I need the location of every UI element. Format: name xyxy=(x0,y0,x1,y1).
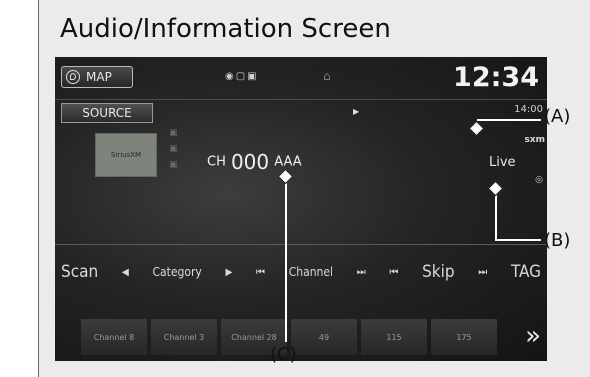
category-prev-icon[interactable]: ◀ xyxy=(122,267,129,278)
audio-screen: MAP ◉▢▣ ⌂ 12:34 SOURCE ▶ 14:00 sxm Live … xyxy=(55,57,547,361)
map-button-label: MAP xyxy=(86,70,112,84)
time-readout: 14:00 xyxy=(514,104,543,115)
play-icon: ▶ xyxy=(353,107,360,116)
clock: 12:34 xyxy=(453,62,539,93)
callout-c-label: (C) xyxy=(270,344,297,365)
figure-caption: Audio/Information Screen xyxy=(60,14,391,44)
home-icon: ⌂ xyxy=(323,69,331,83)
next-page-icon[interactable]: » xyxy=(525,321,541,351)
channel-prefix: CH xyxy=(207,154,226,170)
callout-a-leader xyxy=(477,119,541,121)
source-button[interactable]: SOURCE xyxy=(61,103,153,123)
scan-button[interactable]: Scan xyxy=(61,262,98,282)
signal-icon: ◎ xyxy=(535,175,543,185)
skip-button[interactable]: Skip xyxy=(422,262,455,282)
channel-logo: SiriusXM xyxy=(95,133,157,177)
map-pin-icon xyxy=(66,70,80,84)
preset-button[interactable]: 115 xyxy=(361,319,427,355)
channel-name: AAA xyxy=(274,154,302,170)
category-next-icon[interactable]: ▶ xyxy=(225,267,232,278)
divider-top xyxy=(55,99,547,100)
sxm-logo: sxm xyxy=(524,135,545,145)
control-bar: Scan ◀ Category ▶ ⏮ Channel ⏭ ⏮ Skip ⏭ T… xyxy=(55,254,547,290)
preset-button[interactable]: 175 xyxy=(431,319,497,355)
status-icons: ◉▢▣ xyxy=(225,71,259,82)
skip-forward-icon[interactable]: ⏭ xyxy=(478,267,487,278)
tag-button[interactable]: TAG xyxy=(511,262,541,282)
live-indicator: Live xyxy=(489,155,516,170)
side-icons: ▣ ▣ ▣ xyxy=(169,128,178,170)
channel-prev-icon[interactable]: ⏮ xyxy=(256,267,265,278)
callout-b-leader-h xyxy=(495,239,541,241)
preset-bar: Channel 8 Channel 3 Channel 28 49 115 17… xyxy=(55,311,547,361)
callout-b-leader-v xyxy=(495,191,497,241)
channel-label: Channel xyxy=(288,265,334,279)
divider-controls xyxy=(55,244,547,245)
category-label: Category xyxy=(152,265,202,279)
channel-next-icon[interactable]: ⏭ xyxy=(357,267,366,278)
callout-b-label: (B) xyxy=(544,230,571,251)
preset-button[interactable]: Channel 8 xyxy=(81,319,147,355)
preset-button[interactable]: Channel 3 xyxy=(151,319,217,355)
channel-number: 000 xyxy=(230,150,270,174)
callout-a-label: (A) xyxy=(544,106,571,127)
map-button[interactable]: MAP xyxy=(61,66,133,88)
callout-c-leader xyxy=(285,180,287,342)
figure-border xyxy=(38,0,39,377)
preset-button[interactable]: 49 xyxy=(291,319,357,355)
skip-back-icon[interactable]: ⏮ xyxy=(389,267,398,278)
